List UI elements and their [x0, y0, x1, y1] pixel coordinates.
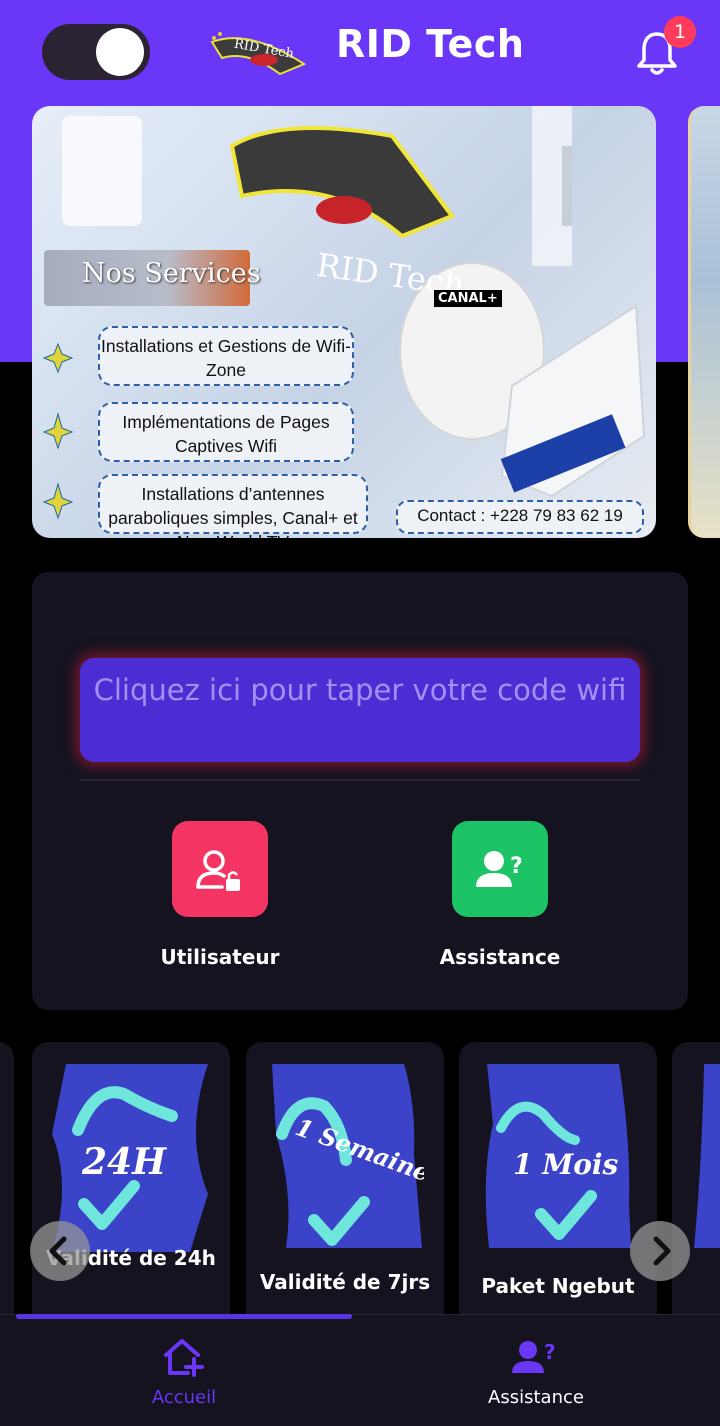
service-item-3: Installations d’antennes paraboliques si… — [98, 474, 368, 538]
assistance-button-label: Assistance — [439, 945, 561, 969]
offer-week-image: 1 Semaine — [272, 1064, 424, 1248]
app-header: RID Tech RID Tech 1 — [0, 0, 720, 104]
assistance-button[interactable]: ? — [452, 821, 548, 917]
carousel-prev-button[interactable] — [30, 1221, 90, 1281]
notification-badge: 1 — [664, 16, 696, 48]
offer-tile-7jrs[interactable]: 1 Semaine Validité de 7jrs — [246, 1042, 444, 1316]
user-button[interactable] — [172, 821, 268, 917]
offer-tile-mois[interactable]: 1 Mois Paket Ngebut — [459, 1042, 657, 1316]
offer-tile-prev[interactable] — [0, 1042, 14, 1316]
offer-next-image — [694, 1064, 720, 1248]
next-banner-peek[interactable] — [688, 106, 720, 538]
home-add-icon[interactable] — [162, 1337, 206, 1377]
svg-text:1 Mois: 1 Mois — [513, 1148, 619, 1181]
nav-home-label[interactable]: Accueil — [84, 1387, 284, 1408]
toggle-knob — [96, 28, 144, 76]
offer-month-label: Paket Ngebut — [481, 1274, 635, 1298]
services-title: Nos Services — [82, 258, 261, 289]
service-item-1: Installations et Gestions de Wifi-Zone — [98, 326, 354, 386]
canal-plus-label: CANAL+ — [434, 290, 502, 307]
active-tab-indicator — [16, 1314, 352, 1319]
contact-text: Contact : +228 79 83 62 19 — [396, 500, 644, 534]
app-title: RID Tech — [336, 22, 525, 66]
service-item-2: Implémentations de Pages Captives Wifi — [98, 402, 354, 462]
bottom-navigation: Accueil ? Assistance — [0, 1314, 720, 1426]
chevron-right-icon — [653, 1236, 671, 1266]
svg-text:?: ? — [510, 854, 523, 879]
user-button-label: Utilisateur — [160, 945, 280, 969]
enter-wifi-code-button[interactable]: Cliquez ici pour taper votre code wifi — [80, 658, 640, 762]
app-screen: RID Tech RID Tech 1 RID Tech Nos Service… — [0, 0, 720, 1426]
chevron-left-icon — [49, 1236, 67, 1266]
offer-month-image: 1 Mois — [485, 1064, 631, 1248]
carousel-next-button[interactable] — [630, 1221, 690, 1281]
nav-assistance-label[interactable]: Assistance — [436, 1387, 636, 1408]
theme-toggle[interactable] — [42, 24, 150, 80]
svg-text:?: ? — [544, 1340, 556, 1364]
user-lock-icon — [196, 850, 240, 891]
svg-text:24H: 24H — [81, 1141, 167, 1183]
card-divider — [80, 779, 640, 781]
user-help-icon: ? — [476, 851, 523, 887]
offers-carousel: 24H Validité de 24h 1 Semaine Validité d… — [0, 1042, 720, 1316]
offer-week-label: Validité de 7jrs — [259, 1270, 431, 1294]
rid-tech-logo: RID Tech — [210, 32, 307, 76]
user-help-icon[interactable]: ? — [510, 1339, 560, 1377]
services-banner[interactable]: RID Tech Nos Services Installations et G… — [32, 106, 656, 538]
